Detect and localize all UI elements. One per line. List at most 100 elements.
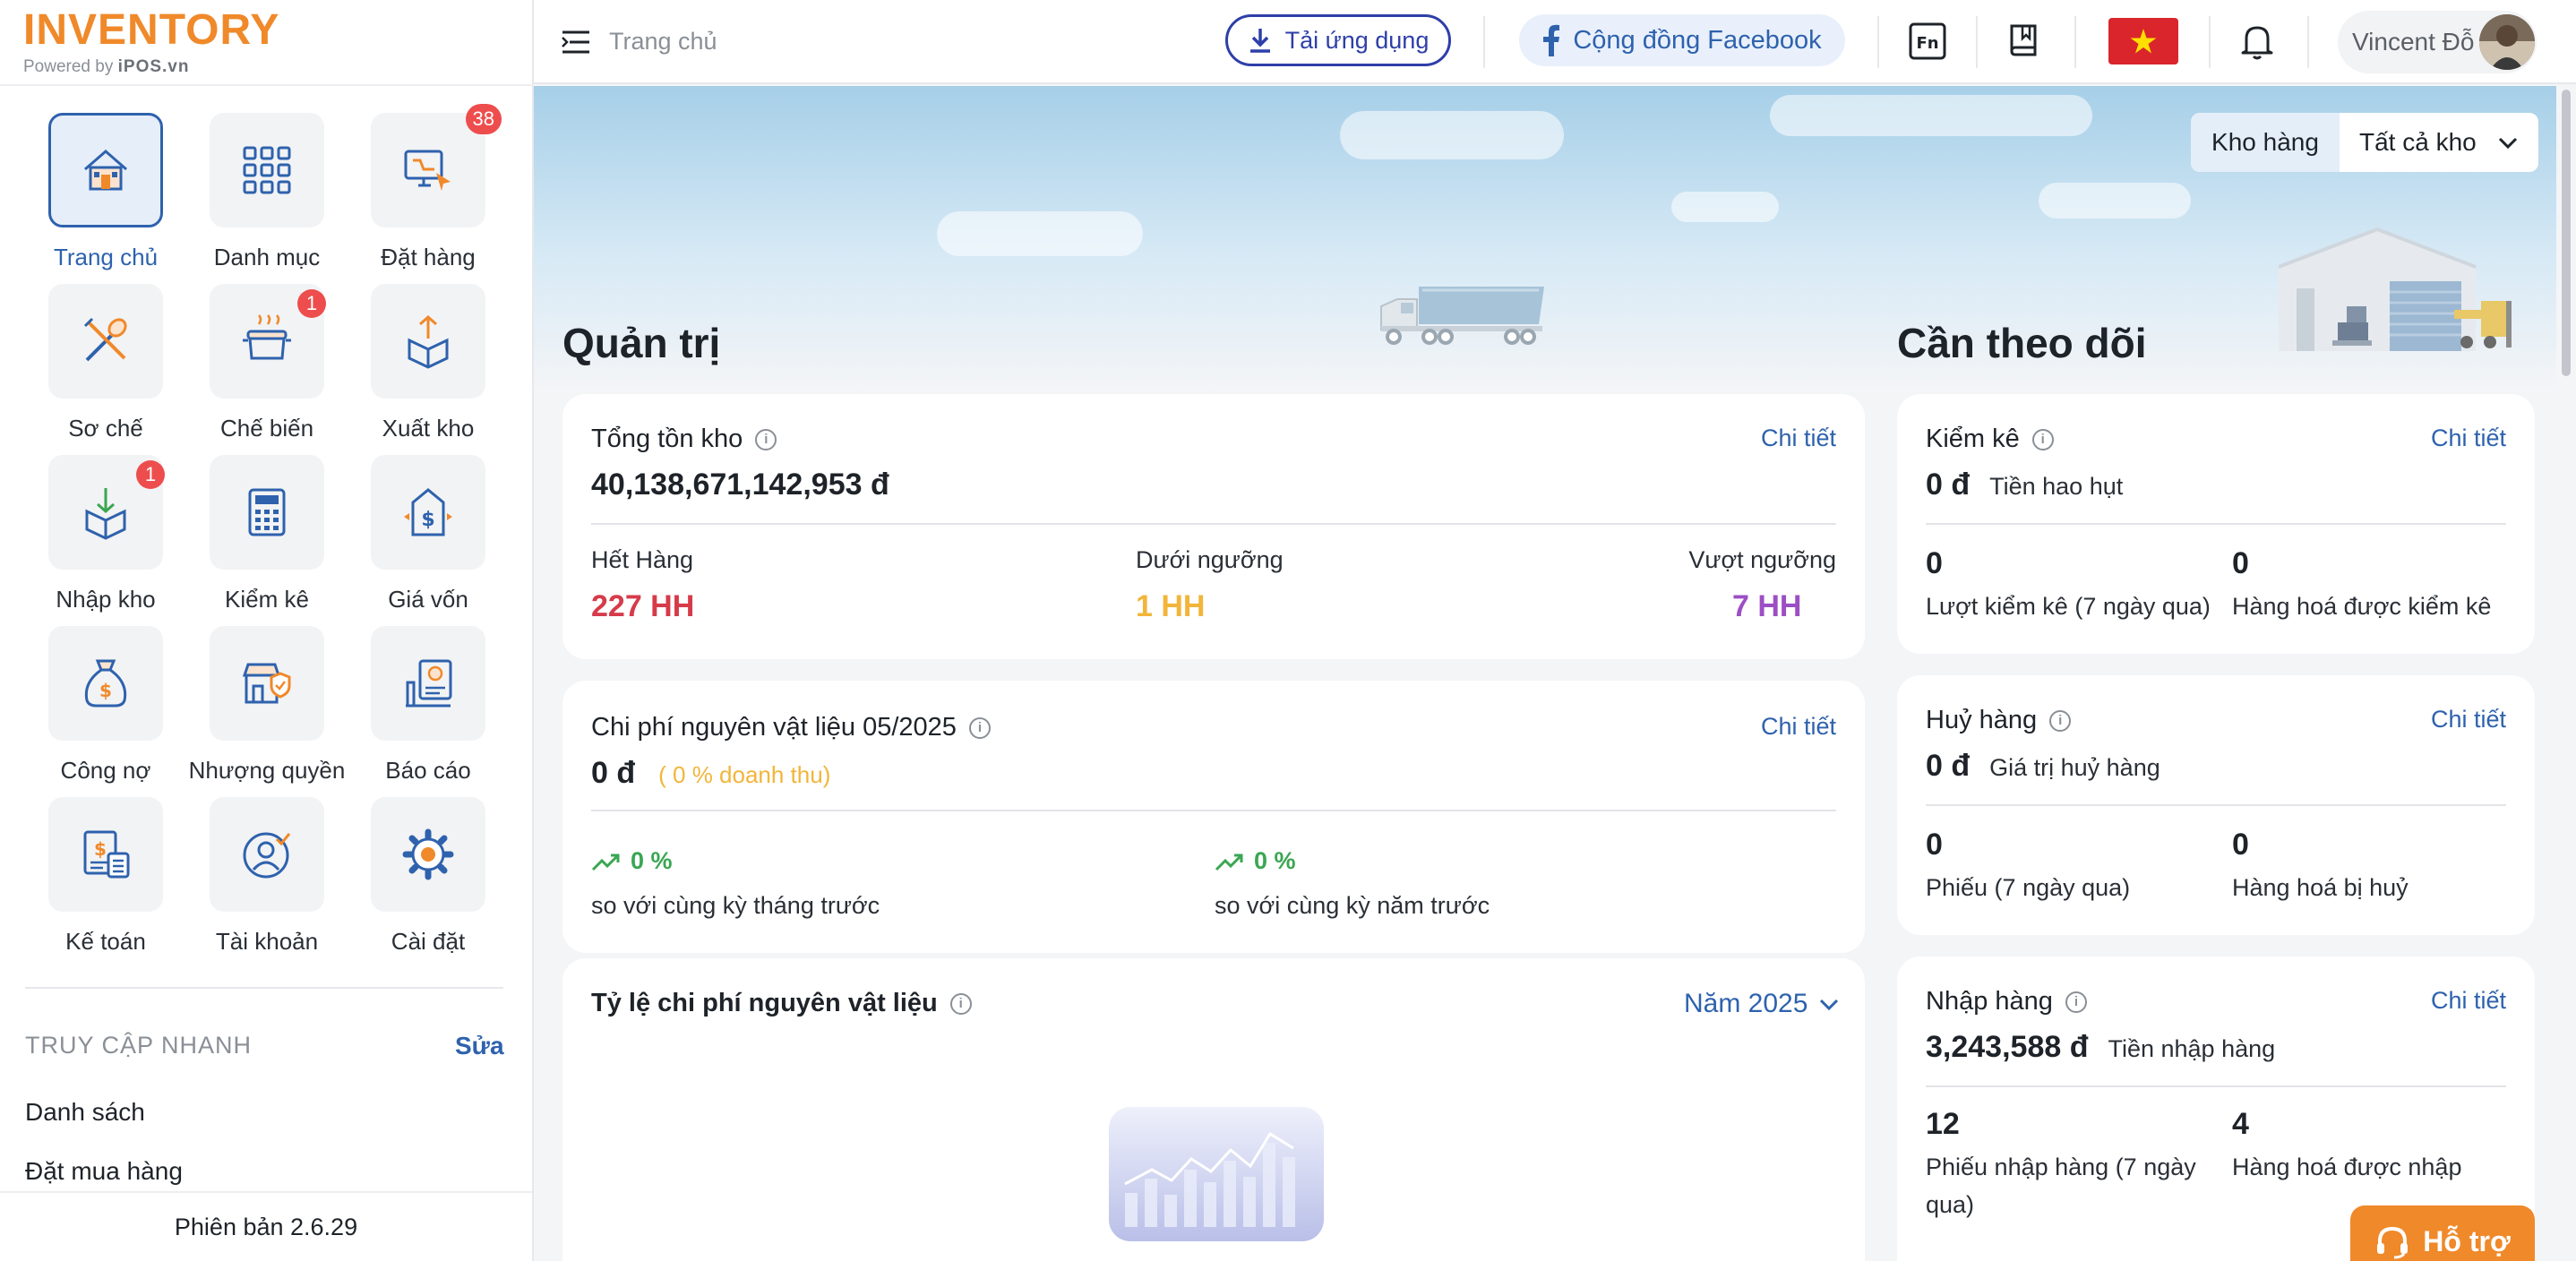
version-label: Phiên bản 2.6.29 bbox=[0, 1191, 532, 1261]
svg-text:$: $ bbox=[94, 838, 107, 860]
menu-item-home[interactable]: Trang chủ bbox=[25, 113, 186, 284]
sidebar-top-divider bbox=[0, 84, 534, 86]
menu-item-debt[interactable]: $ Công nợ bbox=[25, 626, 186, 797]
menu-item-export[interactable]: Xuất kho bbox=[348, 284, 509, 455]
header-separator bbox=[1976, 16, 1978, 68]
header-separator bbox=[2074, 16, 2076, 68]
menu-label: Giá vốn bbox=[388, 586, 468, 613]
card-divider bbox=[591, 810, 1836, 811]
scrollbar-thumb[interactable] bbox=[2562, 90, 2571, 376]
orders-badge: 38 bbox=[465, 104, 502, 134]
disposal-detail-link[interactable]: Chi tiết bbox=[2431, 706, 2506, 733]
header-separator bbox=[2307, 16, 2309, 68]
cooking-pot-icon bbox=[243, 314, 291, 360]
menu-toggle-icon[interactable] bbox=[559, 25, 593, 59]
info-icon[interactable]: i bbox=[2049, 709, 2072, 732]
menu-item-settings[interactable]: Cài đặt bbox=[348, 797, 509, 968]
inventory-check-count-label: Lượt kiểm kê (7 ngày qua) bbox=[1926, 593, 2211, 620]
import-detail-link[interactable]: Chi tiết bbox=[2431, 987, 2506, 1015]
empty-chart-illustration bbox=[1109, 1107, 1324, 1241]
function-key-button[interactable]: Fn bbox=[1908, 21, 1947, 61]
guide-book-button[interactable] bbox=[2005, 21, 2044, 61]
info-icon[interactable]: i bbox=[2031, 428, 2054, 450]
material-cost-title: Chi phí nguyên vật liệu 05/2025 i bbox=[591, 713, 991, 742]
menu-item-preprocess[interactable]: Sơ chế bbox=[25, 284, 186, 455]
material-cost-card: Chi phí nguyên vật liệu 05/2025 i Chi ti… bbox=[562, 681, 1865, 953]
info-icon[interactable]: i bbox=[755, 428, 777, 450]
quick-access-edit-button[interactable]: Sửa bbox=[455, 1032, 504, 1060]
monitor-cursor-icon bbox=[404, 150, 451, 191]
import-title-text: Nhập hàng bbox=[1926, 987, 2053, 1016]
material-cost-detail-link[interactable]: Chi tiết bbox=[1761, 713, 1836, 741]
menu-item-reports[interactable]: Báo cáo bbox=[348, 626, 509, 797]
material-ratio-card: Tỷ lệ chi phí nguyên vật liệu i bbox=[562, 958, 1865, 1261]
download-app-button[interactable]: Tải ứng dụng bbox=[1225, 14, 1451, 66]
material-cost-revenue-note: ( 0 % doanh thu) bbox=[658, 761, 831, 788]
menu-item-cost-price[interactable]: $ Giá vốn bbox=[348, 455, 509, 626]
menu-label: Kế toán bbox=[65, 928, 146, 955]
gear-icon bbox=[402, 828, 454, 880]
import-items: 4 bbox=[2232, 1107, 2249, 1141]
disposal-title: Huỷ hàng i bbox=[1926, 706, 2072, 735]
menu-item-inventory-check[interactable]: Kiểm kê bbox=[186, 455, 348, 626]
import-count-label: Phiếu nhập hàng (7 ngày bbox=[1926, 1154, 2196, 1180]
menu-tile bbox=[210, 455, 324, 570]
year-compare-label: so với cùng kỳ năm trước bbox=[1215, 892, 1490, 919]
disposal-title-text: Huỷ hàng bbox=[1926, 706, 2038, 734]
inventory-check-card: Kiểm kê i Chi tiết 0 đ Tiền hao hụt 0 Lư… bbox=[1897, 394, 2535, 654]
material-ratio-title-text: Tỷ lệ chi phí nguyên vật liệu bbox=[591, 989, 938, 1017]
logo[interactable]: INVENTORY Powered by iPOS.vn bbox=[23, 9, 279, 77]
warehouse-select[interactable]: Kho hàng Tất cả kho bbox=[2191, 113, 2538, 172]
warehouse-selected: Tất cả kho bbox=[2359, 128, 2477, 156]
inventory-check-value: 0 đ bbox=[1926, 468, 1971, 502]
year-select-value: Năm 2025 bbox=[1684, 989, 1808, 1018]
import-badge: 1 bbox=[136, 460, 165, 489]
inventory-check-count: 0 bbox=[1926, 546, 1943, 580]
store-shield-icon bbox=[242, 663, 291, 704]
info-icon[interactable]: i bbox=[949, 992, 972, 1015]
menu-item-franchise[interactable]: Nhượng quyền bbox=[186, 626, 348, 797]
menu-item-accounting[interactable]: $ Kế toán bbox=[25, 797, 186, 968]
user-menu[interactable]: Vincent Đỗ bbox=[2338, 11, 2537, 73]
disposal-card: Huỷ hàng i Chi tiết 0 đ Giá trị huỷ hàng… bbox=[1897, 675, 2535, 935]
info-icon[interactable]: i bbox=[2065, 991, 2087, 1013]
menu-tile bbox=[210, 797, 324, 912]
info-icon[interactable]: i bbox=[968, 716, 991, 739]
quick-link-list[interactable]: Danh sách bbox=[25, 1098, 145, 1127]
headset-icon bbox=[2377, 1226, 2409, 1259]
disposal-value-row: 0 đ Giá trị huỷ hàng bbox=[1926, 749, 2160, 784]
card-divider bbox=[1926, 523, 2506, 525]
menu-item-import[interactable]: 1 Nhập kho bbox=[25, 455, 186, 626]
menu-label: Tài khoản bbox=[215, 928, 319, 955]
stock-detail-link[interactable]: Chi tiết bbox=[1761, 425, 1836, 452]
menu-label: Chế biến bbox=[219, 415, 314, 442]
menu-item-orders[interactable]: 38 Đặt hàng bbox=[348, 104, 509, 284]
scrollbar[interactable] bbox=[2556, 86, 2576, 1261]
quick-link-purchase-order[interactable]: Đặt mua hàng bbox=[25, 1157, 183, 1186]
powered-by-text: Powered by bbox=[23, 57, 114, 76]
inventory-check-value-row: 0 đ Tiền hao hụt bbox=[1926, 468, 2123, 502]
facebook-community-button[interactable]: Cộng đồng Facebook bbox=[1519, 14, 1845, 66]
year-select[interactable]: Năm 2025 bbox=[1684, 989, 1840, 1019]
language-flag-button[interactable] bbox=[2108, 18, 2178, 64]
logo-brand: INVENTORY bbox=[23, 6, 280, 54]
processing-badge: 1 bbox=[297, 289, 326, 318]
calculator-icon bbox=[248, 488, 286, 536]
user-name: Vincent Đỗ bbox=[2352, 28, 2475, 56]
out-of-stock-value: 227 HH bbox=[591, 589, 695, 623]
menu-label: Danh mục bbox=[213, 244, 321, 270]
breadcrumb[interactable]: Trang chủ bbox=[609, 28, 717, 56]
material-cost-title-text: Chi phí nguyên vật liệu 05/2025 bbox=[591, 713, 957, 742]
menu-item-processing[interactable]: 1 Chế biến bbox=[186, 284, 348, 455]
svg-text:Fn: Fn bbox=[1916, 34, 1938, 53]
grid-icon bbox=[243, 146, 291, 194]
menu-item-account[interactable]: Tài khoản bbox=[186, 797, 348, 968]
disposal-count-label: Phiếu (7 ngày qua) bbox=[1926, 874, 2131, 901]
cloud bbox=[1340, 111, 1564, 159]
header-separator bbox=[1877, 16, 1879, 68]
inventory-check-detail-link[interactable]: Chi tiết bbox=[2431, 425, 2506, 452]
support-button[interactable]: Hỗ trợ bbox=[2350, 1205, 2535, 1261]
menu-item-catalog[interactable]: Danh mục bbox=[186, 113, 348, 284]
notifications-button[interactable] bbox=[2237, 21, 2277, 61]
material-cost-value: 0 đ bbox=[591, 756, 636, 790]
